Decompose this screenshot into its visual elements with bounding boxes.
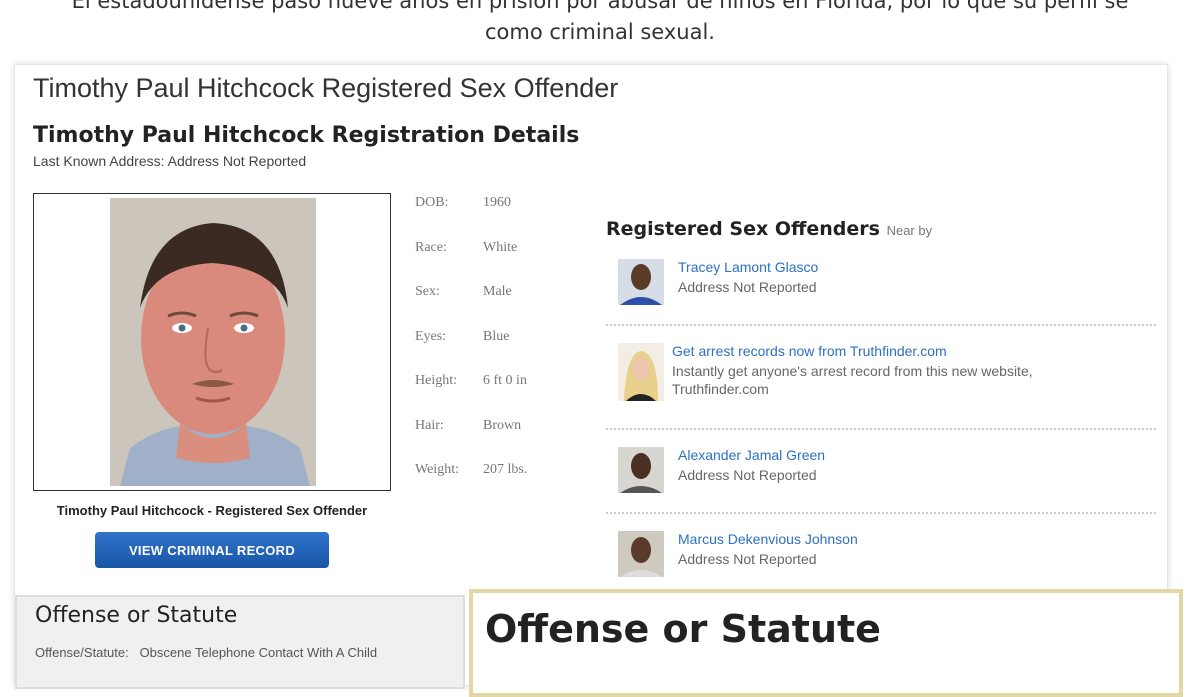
offense-label: Offense/Statute:: [35, 645, 129, 660]
ad-link[interactable]: Get arrest records now from Truthfinder.…: [672, 343, 947, 359]
detail-row-dob: DOB: 1960: [415, 195, 575, 240]
divider: [606, 428, 1156, 430]
view-criminal-record-button[interactable]: VIEW CRIMINAL RECORD: [95, 532, 329, 568]
nearby-offender-address: Address Not Reported: [678, 551, 817, 567]
detail-value: 207 lbs.: [483, 462, 528, 477]
divider: [606, 512, 1156, 514]
detail-label: Sex:: [415, 284, 440, 299]
mugshot-caption: Timothy Paul Hitchcock - Registered Sex …: [56, 503, 368, 518]
offender-profile-card: Timothy Paul Hitchcock Registered Sex Of…: [14, 64, 1183, 697]
detail-row-weight: Weight: 207 lbs.: [415, 462, 575, 507]
offense-callout-heading: Offense or Statute: [485, 607, 881, 651]
nearby-offender-address: Address Not Reported: [678, 467, 817, 483]
mugshot-photo: [110, 198, 316, 486]
detail-label: Race:: [415, 239, 447, 255]
offense-value: Obscene Telephone Contact With A Child: [139, 645, 378, 660]
detail-label: DOB:: [415, 195, 449, 210]
detail-value: Brown: [483, 417, 522, 433]
detail-value: 6 ft 0 in: [483, 373, 527, 388]
offense-statute-row: Offense/Statute: Obscene Telephone Conta…: [35, 645, 377, 660]
nearby-offender-name[interactable]: Marcus Dekenvious Johnson: [678, 531, 858, 547]
ad-thumbnail: [618, 343, 664, 401]
offender-thumbnail: [618, 531, 664, 577]
divider: [606, 324, 1156, 326]
detail-row-sex: Sex: Male: [415, 284, 575, 329]
page-title: Timothy Paul Hitchcock Registered Sex Of…: [33, 73, 619, 103]
nearby-offender-name[interactable]: Alexander Jamal Green: [678, 447, 825, 463]
detail-row-eyes: Eyes: Blue: [415, 329, 575, 374]
detail-label: Hair:: [415, 417, 444, 433]
detail-value: 1960: [483, 195, 511, 210]
nearby-offender-address: Address Not Reported: [678, 279, 817, 295]
offense-zoom-callout: Offense or Statute: [469, 589, 1183, 697]
detail-row-race: Race: White: [415, 240, 575, 285]
nearby-offenders-title: Registered Sex Offenders Near by: [606, 218, 932, 240]
detail-row-hair: Hair: Brown: [415, 418, 575, 463]
caption-line-2: como criminal sexual.: [485, 20, 715, 44]
detail-value: Male: [483, 284, 512, 299]
offender-thumbnail: [618, 447, 664, 493]
nearby-title-text: Registered Sex Offenders: [606, 218, 880, 240]
offender-thumbnail: [618, 259, 664, 305]
detail-row-height: Height: 6 ft 0 in: [415, 373, 575, 418]
nearby-subtitle: Near by: [886, 223, 933, 238]
ad-description: Instantly get anyone's arrest record fro…: [672, 363, 1033, 397]
physical-details-list: DOB: 1960 Race: White Sex: Male Eyes: Blue H…: [415, 195, 575, 507]
offense-heading: Offense or Statute: [35, 603, 238, 628]
registration-details-title: Timothy Paul Hitchcock Registration Deta…: [33, 123, 580, 148]
offense-panel: Offense or Statute Offense/Statute: Obsc…: [15, 595, 465, 689]
detail-label: Weight:: [415, 462, 459, 477]
caption-line-1: El estadounidense pasó nueve años en pri…: [71, 0, 1129, 13]
nearby-offender-name[interactable]: Tracey Lamont Glasco: [678, 259, 818, 275]
detail-value: Blue: [483, 328, 510, 344]
detail-label: Eyes:: [415, 328, 447, 344]
article-caption: El estadounidense pasó nueve años en pri…: [0, 0, 1200, 54]
detail-value: White: [483, 239, 518, 255]
last-known-address: Last Known Address: Address Not Reported: [33, 153, 307, 169]
detail-label: Height:: [415, 373, 457, 388]
mugshot-frame: [33, 193, 391, 491]
